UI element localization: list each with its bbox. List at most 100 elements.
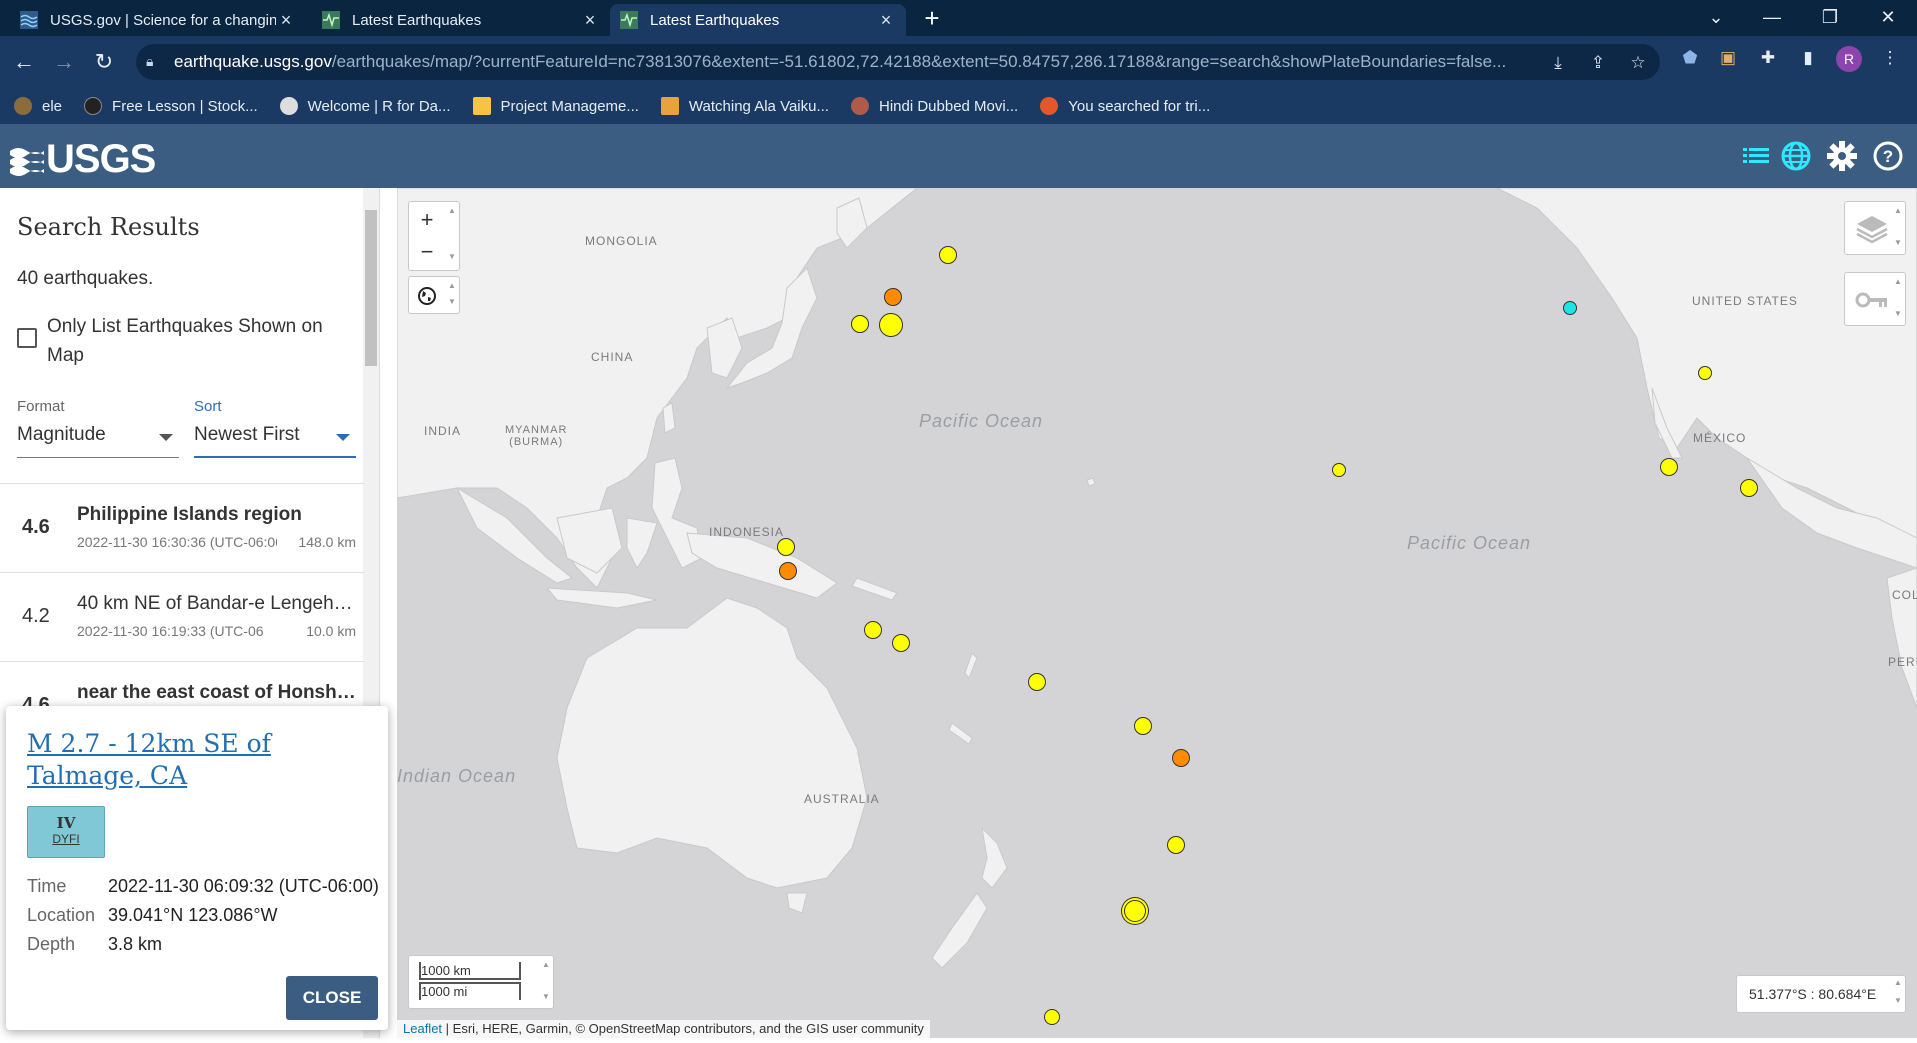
- zoom-out-button[interactable]: −: [409, 236, 445, 268]
- popup-title-link[interactable]: M 2.7 - 12km SE of Talmage, CA: [27, 728, 357, 792]
- earthquake-marker[interactable]: [892, 634, 910, 652]
- layers-control[interactable]: ▲ ▼: [1844, 201, 1906, 255]
- scroll-down-icon[interactable]: ▼: [1893, 996, 1903, 1005]
- lock-icon[interactable]: 🔒︎: [146, 53, 164, 71]
- usgs-logo[interactable]: USGS: [10, 137, 156, 182]
- share-icon[interactable]: ⇪: [1587, 52, 1609, 74]
- zoom-in-button[interactable]: +: [409, 204, 445, 236]
- list-item[interactable]: 4.6 Philippine Islands region 2022-11-30…: [0, 483, 364, 572]
- only-list-on-map-checkbox[interactable]: [17, 328, 37, 348]
- bookmark-item[interactable]: ele: [14, 97, 62, 115]
- close-tab-icon[interactable]: ×: [580, 10, 600, 31]
- format-value: Magnitude: [17, 424, 106, 445]
- earthquake-marker[interactable]: [879, 313, 903, 337]
- new-tab-button[interactable]: +: [918, 4, 946, 32]
- scale-bar: 1000 km 1000 mi ▲ ▼: [408, 955, 554, 1009]
- globe-icon[interactable]: [1780, 140, 1812, 172]
- scroll-up-icon[interactable]: ▲: [447, 281, 457, 290]
- extension-face-icon[interactable]: ▣: [1716, 46, 1740, 70]
- earthquake-marker[interactable]: [1740, 479, 1758, 497]
- usgs-favicon-icon: [20, 11, 38, 29]
- map-attribution: Leaflet | Esri, HERE, Garmin, © OpenStre…: [397, 1020, 930, 1038]
- country-label: MÉXICO: [1693, 431, 1747, 445]
- bookmark-item[interactable]: Welcome | R for Da...: [279, 97, 451, 115]
- install-app-icon[interactable]: ⤓: [1547, 52, 1569, 74]
- bookmark-item[interactable]: Watching Ala Vaiku...: [660, 97, 829, 115]
- scroll-down-icon[interactable]: ▼: [447, 252, 457, 261]
- close-tab-icon[interactable]: ×: [876, 10, 896, 31]
- back-button[interactable]: ←: [8, 46, 40, 78]
- list-item[interactable]: 4.2 40 km NE of Bandar-e Lengeh, Iran 20…: [0, 572, 364, 661]
- reload-button[interactable]: ↻: [88, 46, 120, 78]
- earthquake-marker[interactable]: [1134, 717, 1152, 735]
- minimize-button[interactable]: —: [1744, 0, 1800, 36]
- sort-value: Newest First: [194, 424, 300, 445]
- world-view-control[interactable]: ▲ ▼: [408, 276, 460, 314]
- browser-tab-latest-earthquakes[interactable]: Latest Earthquakes ×: [312, 4, 610, 36]
- bookmark-star-icon[interactable]: ☆: [1627, 52, 1649, 74]
- url-bar[interactable]: 🔒︎ earthquake.usgs.gov/earthquakes/map/?…: [136, 44, 1660, 80]
- earthquake-marker[interactable]: [1044, 1009, 1060, 1025]
- earthquake-marker[interactable]: [884, 288, 902, 306]
- browser-tab-usgs[interactable]: USGS.gov | Science for a changing world …: [10, 4, 306, 36]
- tab-search-chevron-icon[interactable]: ⌄: [1688, 0, 1744, 36]
- leaflet-link[interactable]: Leaflet: [403, 1021, 442, 1036]
- earthquake-map[interactable]: MONGOLIA CHINA INDIA MYANMAR (BURMA) IND…: [397, 188, 1917, 1038]
- forward-button[interactable]: →: [48, 46, 80, 78]
- bookmark-item[interactable]: You searched for tri...: [1040, 97, 1210, 115]
- dyfi-label[interactable]: DYFI: [28, 832, 104, 846]
- bookmark-item[interactable]: Free Lesson | Stock...: [84, 97, 258, 115]
- close-tab-icon[interactable]: ×: [276, 10, 296, 31]
- list-icon[interactable]: [1740, 140, 1772, 172]
- gear-icon[interactable]: [1826, 140, 1858, 172]
- close-window-button[interactable]: ✕: [1860, 0, 1916, 36]
- dyfi-badge[interactable]: IV DYFI: [27, 806, 105, 858]
- place: near the east coast of Honshu, Japan: [77, 682, 357, 703]
- earthquake-marker[interactable]: [1172, 749, 1190, 767]
- scroll-down-icon[interactable]: ▼: [1893, 238, 1903, 247]
- country-label: PERÚ: [1888, 655, 1917, 669]
- earthquake-marker-selected[interactable]: [1563, 301, 1577, 315]
- earthquake-marker[interactable]: [779, 562, 797, 580]
- restore-button[interactable]: ❐: [1802, 0, 1858, 36]
- earthquake-marker[interactable]: [1124, 900, 1146, 922]
- dropdown-caret-icon: [159, 434, 173, 441]
- scroll-down-icon[interactable]: ▼: [541, 992, 551, 1001]
- earthquake-marker[interactable]: [777, 538, 795, 556]
- format-select[interactable]: Magnitude: [17, 424, 179, 458]
- earthquake-marker[interactable]: [1028, 673, 1046, 691]
- legend-control[interactable]: ▲ ▼: [1844, 272, 1906, 326]
- scroll-down-icon[interactable]: ▼: [447, 297, 457, 306]
- close-popup-button[interactable]: CLOSE: [286, 976, 378, 1020]
- earthquake-popup: M 2.7 - 12km SE of Talmage, CA IV DYFI T…: [6, 706, 388, 1030]
- earthquake-marker[interactable]: [1167, 836, 1185, 854]
- earthquake-marker[interactable]: [1332, 463, 1346, 477]
- scroll-up-icon[interactable]: ▲: [1893, 277, 1903, 286]
- side-panel-icon[interactable]: ▮: [1796, 46, 1820, 70]
- earthquake-marker[interactable]: [1660, 458, 1678, 476]
- location-value: 39.041°N 123.086°W: [108, 905, 278, 925]
- help-icon[interactable]: ?: [1872, 140, 1904, 172]
- only-list-on-map-label[interactable]: Only List Earthquakes Shown on Map: [47, 312, 337, 370]
- scroll-up-icon[interactable]: ▲: [1893, 206, 1903, 215]
- coordinates-text: 51.377°S : 80.684°E: [1749, 986, 1877, 1002]
- earthquake-marker[interactable]: [864, 621, 882, 639]
- menu-kebab-icon[interactable]: ⋮: [1878, 46, 1902, 70]
- earthquake-marker[interactable]: [939, 246, 957, 264]
- sort-select[interactable]: Newest First: [194, 424, 356, 458]
- profile-avatar[interactable]: R: [1836, 46, 1862, 72]
- scroll-up-icon[interactable]: ▲: [447, 206, 457, 215]
- browser-tab-latest-earthquakes-active[interactable]: Latest Earthquakes ×: [610, 4, 906, 36]
- earthquake-marker[interactable]: [851, 315, 869, 333]
- earthquake-marker[interactable]: [1698, 366, 1712, 380]
- extension-shield-icon[interactable]: ⬟: [1678, 46, 1702, 70]
- extensions-puzzle-icon[interactable]: ✚: [1756, 46, 1780, 70]
- scroll-up-icon[interactable]: ▲: [1893, 978, 1903, 987]
- time-value: 2022-11-30 06:09:32 (UTC-06:00): [108, 876, 379, 896]
- scroll-up-icon[interactable]: ▲: [541, 960, 551, 969]
- url-text[interactable]: earthquake.usgs.gov/earthquakes/map/?cur…: [174, 52, 1534, 72]
- bookmark-item[interactable]: Hindi Dubbed Movi...: [850, 97, 1018, 115]
- scroll-down-icon[interactable]: ▼: [1893, 309, 1903, 318]
- bookmark-item[interactable]: Project Manageme...: [472, 97, 639, 115]
- scrollbar-thumb[interactable]: [365, 210, 377, 366]
